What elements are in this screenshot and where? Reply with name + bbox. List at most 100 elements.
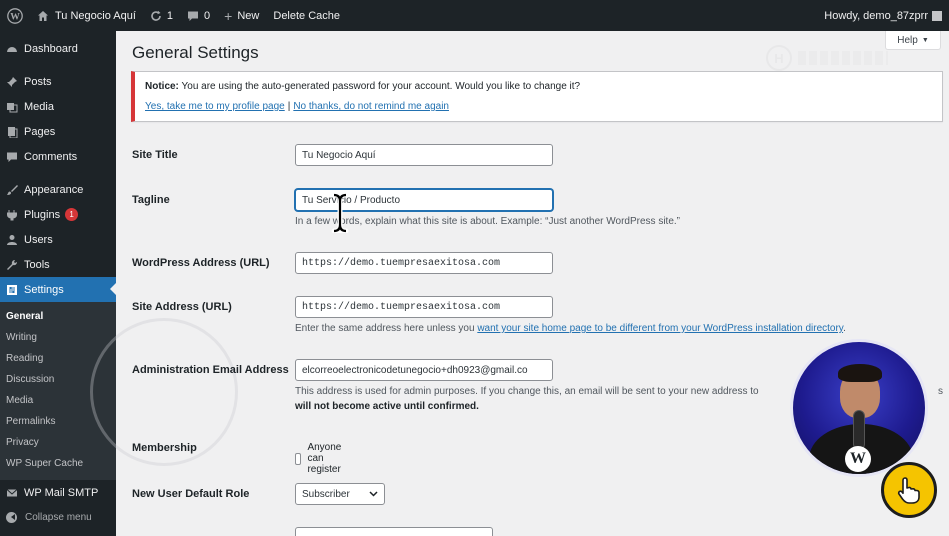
new-label: New (237, 9, 260, 22)
profile-page-link[interactable]: Yes, take me to my profile page (145, 101, 285, 112)
dashboard-icon (6, 43, 18, 55)
admin-email-desc-text: This address is used for admin purposes.… (295, 386, 759, 397)
sidebar-item-comments[interactable]: Comments (0, 144, 116, 169)
plugin-icon (6, 209, 18, 221)
howdy-label: Howdy, demo_87zprr (824, 9, 928, 22)
site-address-desc-suffix: . (843, 323, 846, 334)
plus-icon: + (224, 7, 233, 24)
site-title-label: Site Title (132, 149, 178, 161)
sidebar-item-posts[interactable]: Posts (0, 69, 116, 94)
help-tab-button[interactable]: Help ▼ (885, 31, 941, 50)
presenter-webcam: W (790, 339, 928, 477)
watermark-badge-icon: H (766, 45, 792, 71)
site-address-label: Site Address (URL) (132, 301, 232, 313)
dismiss-reminder-link[interactable]: No thanks, do not remind me again (293, 101, 449, 112)
new-content-link[interactable]: + New (217, 0, 266, 31)
comments-count: 0 (204, 9, 211, 22)
tagline-description: In a few words, explain what this site i… (295, 216, 680, 227)
admin-email-label: Administration Email Address (132, 364, 289, 376)
sidebar-item-label: Plugins (24, 208, 61, 221)
sidebar-item-label: WP Mail SMTP (24, 486, 99, 499)
wordpress-address-input[interactable]: https://demo.tuempresaexitosa.com (295, 252, 553, 274)
presenter-hair-icon (838, 364, 882, 382)
brush-icon (6, 184, 18, 196)
submenu-item-writing[interactable]: Writing (0, 327, 116, 348)
anyone-can-register-checkbox[interactable] (295, 452, 302, 465)
updates-link[interactable]: 1 (143, 0, 180, 31)
password-notice: Notice: You are using the auto-generated… (131, 71, 943, 122)
sidebar-separator (0, 169, 116, 177)
pointing-hand-icon (881, 462, 937, 518)
comment-icon (6, 151, 18, 163)
sidebar-separator (0, 61, 116, 69)
anyone-can-register-option: Anyone can register (295, 442, 347, 475)
page-title: General Settings (132, 43, 259, 62)
sidebar-item-settings[interactable]: Settings (0, 277, 116, 302)
home-icon (37, 10, 49, 22)
anyone-can-register-label: Anyone can register (307, 442, 342, 475)
sidebar-item-label: Dashboard (24, 42, 78, 55)
settings-icon (6, 284, 18, 296)
notice-message: You are using the auto-generated passwor… (181, 81, 581, 92)
triangle-down-icon: ▼ (921, 36, 929, 44)
pin-icon (6, 76, 18, 88)
default-role-label: New User Default Role (132, 488, 250, 500)
comment-bubble-icon (187, 10, 199, 22)
notice-links-line: Yes, take me to my profile page | No thank… (145, 100, 932, 114)
submenu-item-privacy[interactable]: Privacy (0, 432, 116, 453)
admin-email-description-bold: will not become active until confirmed. (295, 401, 479, 412)
site-name-link[interactable]: Tu Negocio Aquí (30, 0, 143, 31)
refresh-icon (150, 10, 162, 22)
site-name: Tu Negocio Aquí (55, 9, 136, 22)
plugins-update-badge: 1 (65, 208, 79, 221)
site-language-select[interactable] (295, 527, 493, 536)
site-title-input[interactable]: Tu Negocio Aquí (295, 144, 553, 166)
avatar (932, 10, 942, 21)
notice-prefix: Notice: (145, 81, 179, 92)
notice-separator: | (287, 101, 291, 112)
membership-label: Membership (132, 442, 197, 454)
media-icon (6, 101, 18, 113)
comments-link[interactable]: 0 (180, 0, 217, 31)
collapse-menu-label: Collapse menu (25, 511, 92, 523)
user-icon (6, 234, 18, 246)
pages-icon (6, 126, 18, 138)
wordpress-address-label: WordPress Address (URL) (132, 257, 270, 269)
submenu-item-general[interactable]: General (0, 306, 116, 327)
admin-email-input[interactable]: elcorreoelectronicodetunegocio+dh0923@gm… (295, 359, 553, 381)
sidebar-item-label: Posts (24, 75, 52, 88)
sidebar-item-dashboard[interactable]: Dashboard (0, 36, 116, 61)
wordpress-shirt-logo-icon: W (845, 446, 871, 472)
sidebar-item-media[interactable]: Media (0, 94, 116, 119)
sidebar-item-plugins[interactable]: Plugins 1 (0, 202, 116, 227)
sidebar-item-pages[interactable]: Pages (0, 119, 116, 144)
help-label: Help (897, 34, 918, 46)
sidebar-item-users[interactable]: Users (0, 227, 116, 252)
microphone-icon (853, 410, 865, 450)
wrench-icon (6, 259, 18, 271)
svg-text:W: W (10, 11, 20, 22)
site-address-description: Enter the same address here unless you w… (295, 323, 846, 334)
delete-cache-link[interactable]: Delete Cache (266, 0, 347, 31)
collapse-menu-button[interactable]: Collapse menu (0, 505, 116, 529)
site-address-desc-prefix: Enter the same address here unless you (295, 323, 475, 334)
sidebar-item-label: Media (24, 100, 54, 113)
mail-icon (6, 487, 18, 499)
admin-sidebar: Dashboard Posts Media Pages Comments App… (0, 31, 116, 536)
tagline-label: Tagline (132, 194, 170, 206)
site-address-input[interactable]: https://demo.tuempresaexitosa.com (295, 296, 553, 318)
home-page-different-link[interactable]: want your site home page to be different… (477, 323, 843, 334)
admin-email-description: This address is used for admin purposes.… (295, 386, 759, 397)
sidebar-item-label: Appearance (24, 183, 84, 196)
submenu-item-wp-super-cache[interactable]: WP Super Cache (0, 453, 116, 474)
text-cursor-icon (331, 193, 349, 233)
sidebar-item-appearance[interactable]: Appearance (0, 177, 116, 202)
sidebar-item-wp-mail-smtp[interactable]: WP Mail SMTP (0, 480, 116, 505)
sidebar-item-tools[interactable]: Tools (0, 252, 116, 277)
default-role-select[interactable]: Subscriber (295, 483, 385, 505)
admin-email-desc-trailing: s (938, 386, 943, 397)
wordpress-logo-icon[interactable]: W (0, 0, 30, 31)
sidebar-item-label: Settings (24, 283, 64, 296)
default-role-value: Subscriber (302, 488, 350, 500)
my-account-link[interactable]: Howdy, demo_87zprr (817, 0, 949, 31)
